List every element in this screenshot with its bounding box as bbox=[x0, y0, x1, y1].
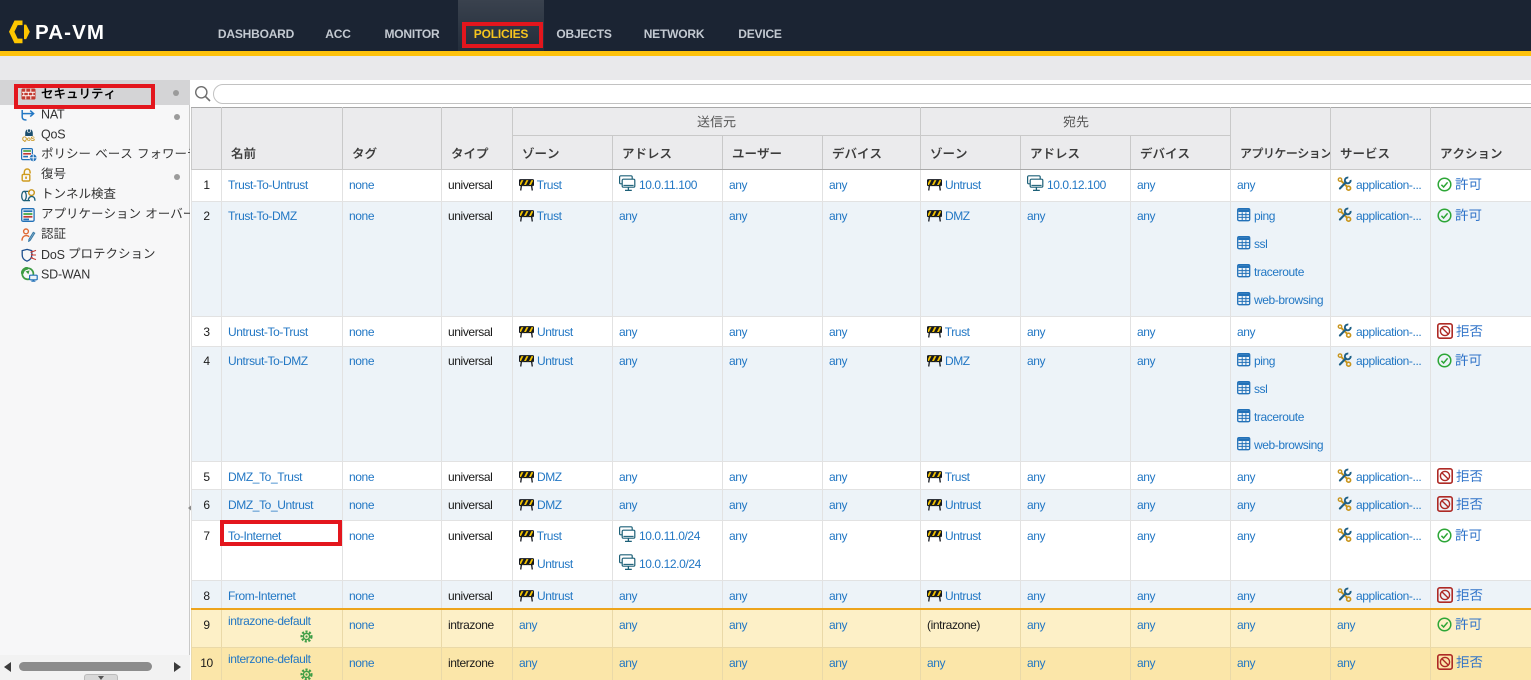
svg-text:QoS: QoS bbox=[22, 136, 36, 142]
